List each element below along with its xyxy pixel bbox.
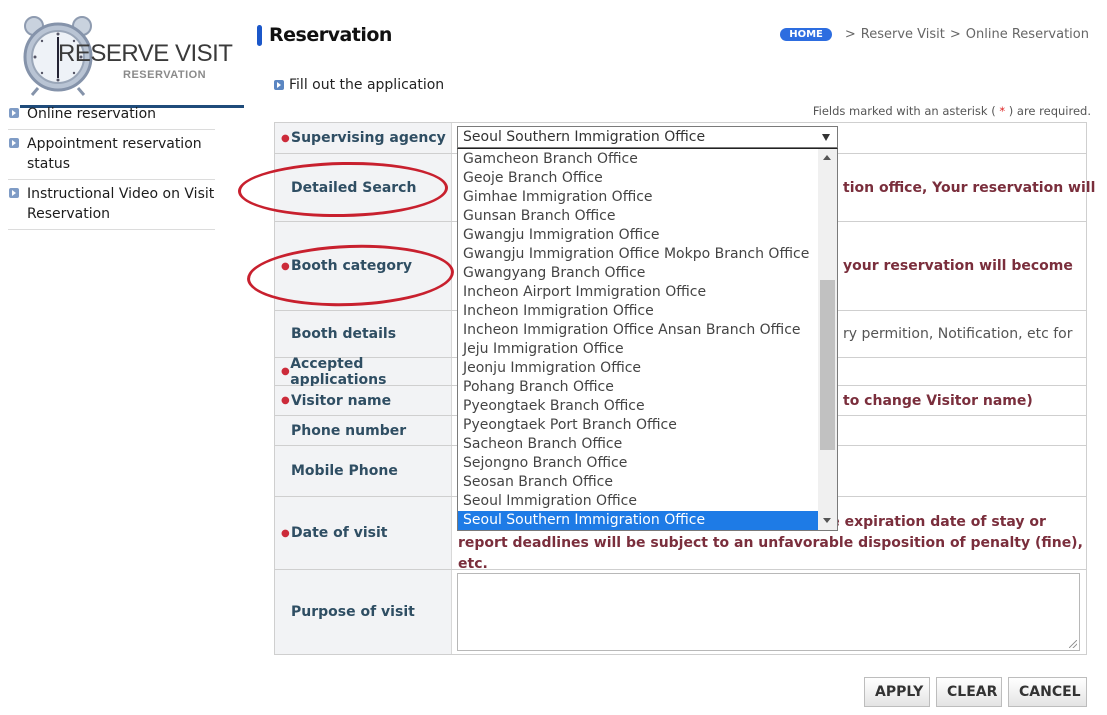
dropdown-option[interactable]: Gwangju Immigration Office Mokpo Branch … xyxy=(458,245,818,264)
field-label-text: Mobile Phone xyxy=(291,463,398,479)
visitor-name-notice: to change Visitor name) xyxy=(843,392,1033,409)
field-label: ● Date of visit xyxy=(275,497,452,569)
field-label: ● Supervising agency xyxy=(275,123,452,153)
dropdown-options-list: Gamcheon Branch Office Geoje Branch Offic… xyxy=(458,150,818,530)
dropdown-option[interactable]: Pyeongtaek Branch Office xyxy=(458,397,818,416)
dropdown-option[interactable]: Gimhae Immigration Office xyxy=(458,188,818,207)
logo-title: RESERVE VISIT xyxy=(58,40,233,67)
dropdown-option[interactable]: Gwangju Immigration Office xyxy=(458,226,818,245)
field-label-text: Visitor name xyxy=(291,392,392,409)
field-label: Detailed Search xyxy=(275,154,452,221)
section-bullet-icon xyxy=(274,80,284,90)
arrow-bullet-icon xyxy=(9,188,19,198)
arrow-bullet-icon xyxy=(9,138,19,148)
chevron-down-icon xyxy=(822,134,830,141)
dropdown-option[interactable]: Gamcheon Branch Office xyxy=(458,150,818,169)
dropdown-option[interactable]: Seoul Southern Immigration Office xyxy=(458,511,818,530)
breadcrumb-separator: > xyxy=(949,27,961,42)
cancel-button[interactable]: CANCEL xyxy=(1008,677,1087,707)
dropdown-option[interactable]: Incheon Immigration Office Ansan Branch … xyxy=(458,321,818,340)
section-title: Fill out the application xyxy=(274,77,444,93)
sidebar-item-online-reservation[interactable]: Online reservation xyxy=(8,100,215,130)
field-label-text: Booth category xyxy=(291,258,413,274)
required-star-icon: ● xyxy=(281,260,290,272)
field-label-text: Phone number xyxy=(291,422,407,439)
resize-grip-icon[interactable] xyxy=(1069,640,1077,648)
dropdown-option[interactable]: Incheon Airport Immigration Office xyxy=(458,283,818,302)
purpose-of-visit-textarea[interactable] xyxy=(457,573,1080,651)
form-row-purpose-of-visit: Purpose of visit xyxy=(275,570,1086,655)
dropdown-option[interactable]: Incheon Immigration Office xyxy=(458,302,818,321)
dropdown-option[interactable]: Seosan Branch Office xyxy=(458,473,818,492)
required-star-icon: ● xyxy=(281,527,290,539)
dropdown-option[interactable]: Sacheon Branch Office xyxy=(458,435,818,454)
field-label-text: Booth details xyxy=(291,326,397,342)
field-label-text: Purpose of visit xyxy=(291,604,415,620)
required-star-icon: ● xyxy=(281,395,290,406)
required-asterisk-icon: * xyxy=(999,104,1006,118)
detailed-search-notice: tion office, Your reservation will xyxy=(843,179,1096,196)
field-label-text: Detailed Search xyxy=(291,179,417,196)
scroll-down-arrow-icon[interactable] xyxy=(823,518,831,523)
field-label-text: Accepted applications xyxy=(290,355,387,388)
required-fields-note: Fields marked with an asterisk ( * ) are… xyxy=(813,104,1091,118)
sidebar-item-reservation-status[interactable]: Appointment reservation status xyxy=(8,130,215,180)
field-label-text: Supervising agency xyxy=(291,130,446,146)
required-star-icon: ● xyxy=(281,366,290,377)
dropdown-option[interactable]: Geoje Branch Office xyxy=(458,169,818,188)
breadcrumb-home-button[interactable]: HOME xyxy=(780,28,832,41)
dropdown-option[interactable]: Gunsan Branch Office xyxy=(458,207,818,226)
supervising-agency-dropdown: Gamcheon Branch Office Geoje Branch Offic… xyxy=(457,148,838,531)
booth-details-text: ry permition, Notification, etc for xyxy=(843,326,1073,342)
required-note-suffix: ) are required. xyxy=(1008,104,1091,118)
dropdown-scrollbar[interactable] xyxy=(818,149,837,530)
sidebar-nav: Online reservation Appointment reservati… xyxy=(8,100,215,230)
section-title-text: Fill out the application xyxy=(289,77,445,93)
field-label: Purpose of visit xyxy=(275,570,452,654)
sidebar-item-label: Appointment reservation status xyxy=(27,136,202,172)
breadcrumb-separator: > xyxy=(844,27,856,42)
field-value xyxy=(452,570,1086,654)
dropdown-option[interactable]: Pohang Branch Office xyxy=(458,378,818,397)
scroll-up-arrow-icon[interactable] xyxy=(823,155,831,160)
required-note-prefix: Fields marked with an asterisk ( xyxy=(812,104,996,118)
booth-category-notice: your reservation will become xyxy=(843,258,1073,274)
arrow-bullet-icon xyxy=(9,108,19,118)
supervising-agency-select[interactable]: Seoul Southern Immigration Office xyxy=(457,126,838,148)
sidebar-item-label: Instructional Video on Visit Reservation xyxy=(27,186,215,222)
dropdown-option[interactable]: Jeju Immigration Office xyxy=(458,340,818,359)
form-actions: APPLY CLEAR CANCEL xyxy=(864,677,1087,707)
dropdown-option[interactable]: Seoul Immigration Office xyxy=(458,492,818,511)
title-accent-bar xyxy=(257,24,262,46)
dropdown-option[interactable]: Gwangyang Branch Office xyxy=(458,264,818,283)
sidebar-item-label: Online reservation xyxy=(27,106,157,122)
field-label: Booth details xyxy=(275,311,452,357)
dropdown-option[interactable]: Pyeongtaek Port Branch Office xyxy=(458,416,818,435)
logo-subtitle: RESERVATION xyxy=(123,69,207,81)
field-label-text: Date of visit xyxy=(291,525,388,541)
apply-button[interactable]: APPLY xyxy=(864,677,930,707)
page-title: Reservation xyxy=(257,24,392,46)
site-logo[interactable]: RESERVE VISIT RESERVATION xyxy=(20,12,244,108)
dropdown-option[interactable]: Jeonju Immigration Office xyxy=(458,359,818,378)
field-label: Phone number xyxy=(275,416,452,445)
field-label: ● Accepted applications xyxy=(275,355,452,388)
select-current-value: Seoul Southern Immigration Office xyxy=(463,129,706,145)
breadcrumb-item-online-reservation: Online Reservation xyxy=(965,27,1089,42)
page-title-text: Reservation xyxy=(269,24,392,46)
sidebar-item-instructional-video[interactable]: Instructional Video on Visit Reservation xyxy=(8,180,215,230)
scrollbar-thumb[interactable] xyxy=(820,280,835,450)
dropdown-option[interactable]: Sejongno Branch Office xyxy=(458,454,818,473)
breadcrumb-item-reserve-visit[interactable]: Reserve Visit xyxy=(861,27,945,42)
field-label: ● Visitor name xyxy=(275,386,452,415)
field-label: Mobile Phone xyxy=(275,446,452,496)
breadcrumb: HOME > Reserve Visit > Online Reservatio… xyxy=(780,27,1089,42)
required-star-icon: ● xyxy=(281,132,290,144)
clear-button[interactable]: CLEAR xyxy=(936,677,1002,707)
field-label: ● Booth category xyxy=(275,222,452,310)
